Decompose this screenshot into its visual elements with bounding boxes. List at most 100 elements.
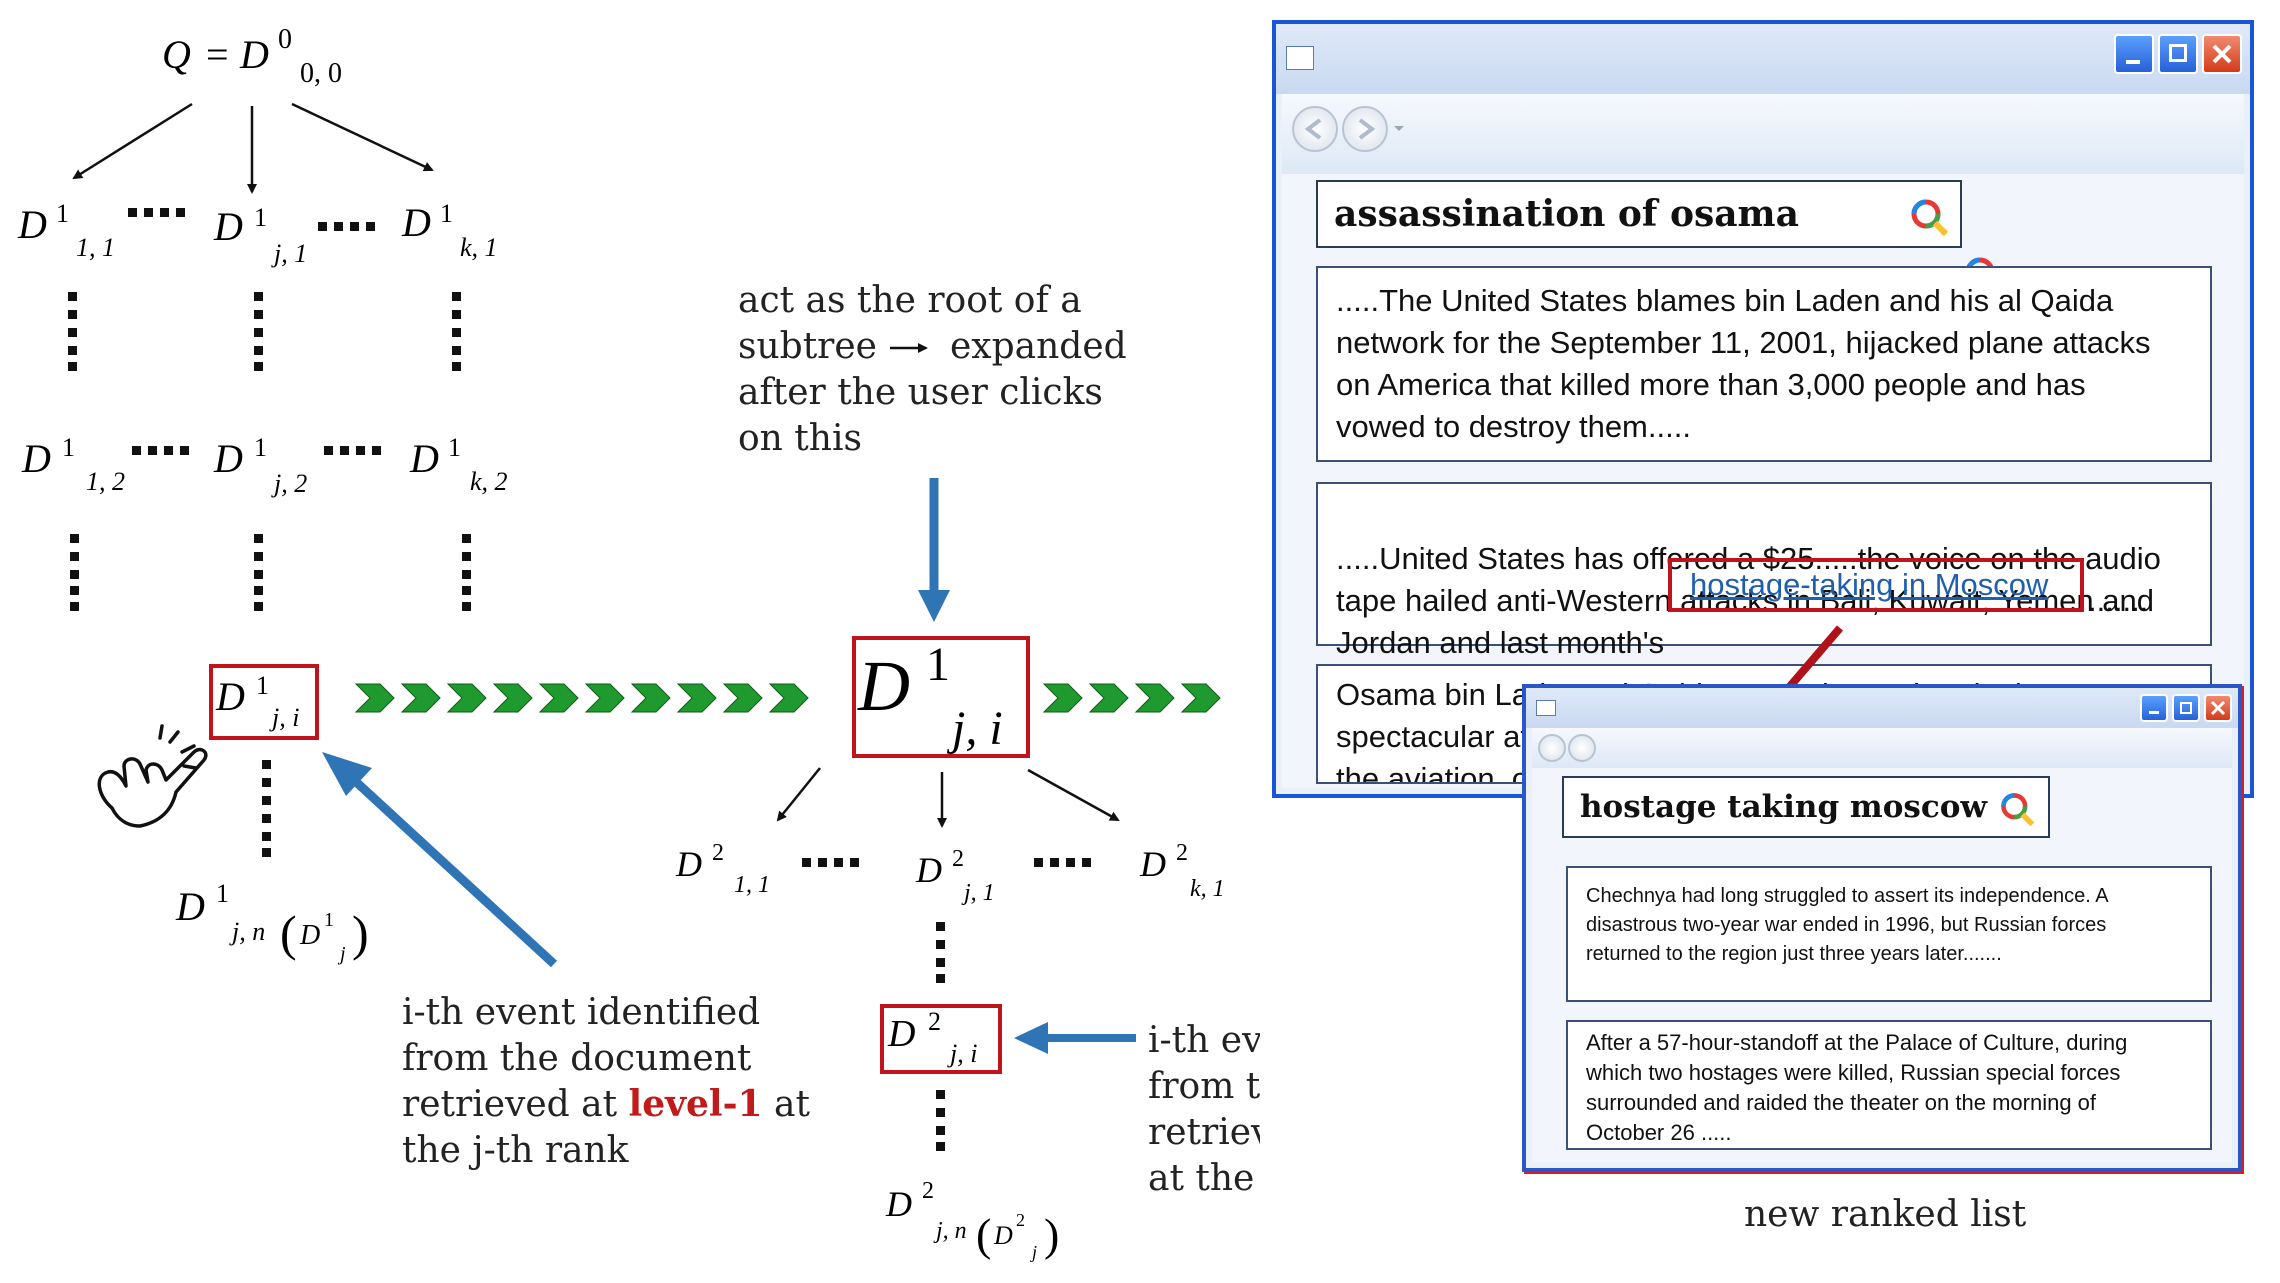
subtree-root-node[interactable]: D 1 j, i <box>852 636 1030 758</box>
svg-text:D: D <box>993 1221 1013 1250</box>
back-arrow-icon <box>1304 118 1322 140</box>
window-icon <box>1286 46 1314 70</box>
node-d1-k-1: D 1 k, 1 <box>401 199 498 262</box>
node-d1-j-2: D 1 j, 2 <box>213 433 307 498</box>
svg-text:j, i: j, i <box>947 1039 977 1068</box>
svg-text:2: 2 <box>928 1007 941 1036</box>
popup-back-button[interactable] <box>1538 734 1566 762</box>
svg-text:1: 1 <box>448 433 461 462</box>
forward-button[interactable] <box>1342 106 1388 152</box>
close-button[interactable] <box>2202 34 2242 74</box>
hostage-link[interactable]: hostage-taking in Moscow <box>1690 567 2048 602</box>
level1-row2: D 1 1, 2 D 1 j, 2 D 1 k, 2 <box>21 433 508 498</box>
popup-result-1: Chechnya had long struggled to assert it… <box>1566 866 2212 1002</box>
svg-text:k, 2: k, 2 <box>470 467 508 496</box>
forward-arrow-icon <box>1358 118 1376 140</box>
svg-text:D: D <box>21 436 51 481</box>
popup-window-icon <box>1536 700 1556 716</box>
annotation-level1-note: i-th event identified from the document … <box>402 992 811 1171</box>
svg-text:(: ( <box>280 905 297 961</box>
node-d1-1-1: D 1 1, 1 <box>17 199 115 262</box>
svg-text:2: 2 <box>1176 840 1188 866</box>
svg-text:): ) <box>352 905 369 961</box>
svg-text:j, 2: j, 2 <box>271 469 307 498</box>
hdots-subtree <box>802 858 1091 867</box>
hand-pointer-icon <box>97 724 208 828</box>
chevron-arrows-main <box>354 683 809 713</box>
search-query-main: assassination of osama <box>1334 193 1799 235</box>
minimize-button[interactable] <box>2114 34 2154 74</box>
svg-text:1, 1: 1, 1 <box>734 872 770 898</box>
svg-text:1, 1: 1, 1 <box>76 233 115 262</box>
svg-text:D: D <box>675 844 702 884</box>
vdots-subtree-2 <box>936 1090 945 1151</box>
pointer-arrow-level2 <box>1014 1022 1136 1054</box>
node-d2-j-1: D 2 j, 1 <box>915 846 995 906</box>
root-d: D <box>239 32 269 77</box>
node-d1-1-2: D 1 1, 2 <box>21 433 125 496</box>
svg-text:1: 1 <box>256 671 269 700</box>
popup-forward-button[interactable] <box>1568 734 1596 762</box>
selected-node-level1[interactable]: D 1 j, i <box>209 664 319 740</box>
svg-text:after the user clicks: after the user clicks <box>738 372 1103 413</box>
svg-text:2: 2 <box>1016 1210 1025 1230</box>
svg-text:1: 1 <box>926 638 950 691</box>
svg-text:1: 1 <box>56 199 69 228</box>
close-icon <box>2212 44 2232 64</box>
popup-close-button[interactable] <box>2204 694 2232 722</box>
event-tree-diagram: Q = D 0 0, 0 D 1 1, 1 D 1 j, 1 D 1 k, 1 <box>17 24 1260 1262</box>
svg-text:2: 2 <box>922 1178 934 1204</box>
hostage-link-highlight[interactable]: hostage-taking in Moscow <box>1668 558 2084 612</box>
svg-text:D: D <box>299 920 320 951</box>
vdots-block1 <box>68 292 461 371</box>
svg-text:D: D <box>213 436 243 481</box>
history-dropdown-icon[interactable] <box>1392 124 1406 134</box>
svg-text:D: D <box>17 202 47 247</box>
root-q: Q <box>162 32 191 77</box>
back-button[interactable] <box>1292 106 1338 152</box>
maximize-button[interactable] <box>2158 34 2198 74</box>
popup-maximize-button[interactable] <box>2172 694 2200 722</box>
annotation-level2-note: i-th event identified from the document … <box>1148 1020 1260 1199</box>
search-box-popup[interactable]: hostage taking moscow <box>1562 776 2050 838</box>
svg-text:): ) <box>1044 1209 1059 1260</box>
search-icon[interactable] <box>1908 196 1950 238</box>
svg-text:j, i: j, i <box>946 702 1003 755</box>
search-box-main[interactable]: assassination of osama <box>1316 180 1962 248</box>
svg-text:1: 1 <box>254 203 267 232</box>
root-eq: = <box>206 32 229 77</box>
svg-text:i-th event identified: i-th event identified <box>1148 1020 1260 1061</box>
svg-text:k, 1: k, 1 <box>1190 876 1225 902</box>
svg-text:k, 1: k, 1 <box>460 233 498 262</box>
svg-text:j: j <box>337 943 346 965</box>
caption-new-ranked-list: new ranked list <box>1744 1194 2027 1235</box>
vdots-block3 <box>262 760 271 857</box>
hdots-row1 <box>128 208 375 231</box>
window-controls <box>2114 34 2242 74</box>
svg-text:on this: on this <box>738 418 862 459</box>
svg-text:at the j-th rank: at the j-th rank <box>1148 1158 1260 1199</box>
svg-text:from the document: from the document <box>1148 1066 1260 1107</box>
root-edges <box>72 102 434 194</box>
svg-text:j, n: j, n <box>229 917 265 946</box>
svg-text:(: ( <box>976 1209 991 1260</box>
svg-text:from the document: from the document <box>402 1038 752 1079</box>
svg-text:D: D <box>401 200 431 245</box>
root-node: Q = D 0 0, 0 <box>162 24 342 89</box>
popup-minimize-button[interactable] <box>2140 694 2168 722</box>
selected-node-level2[interactable]: D 2 j, i <box>880 1004 1002 1074</box>
search-query-popup: hostage taking moscow <box>1580 789 1988 825</box>
svg-text:j, n: j, n <box>933 1218 967 1244</box>
svg-text:D: D <box>885 1184 912 1224</box>
vdots-block2 <box>70 534 471 611</box>
node-d1-j-1: D 1 j, 1 <box>213 203 307 268</box>
svg-text:D: D <box>1139 844 1166 884</box>
svg-text:D: D <box>409 436 439 481</box>
search-icon[interactable] <box>1998 790 2036 828</box>
node-d1-k-2: D 1 k, 2 <box>409 433 508 496</box>
popup-window-controls <box>2140 694 2232 722</box>
svg-text:retrieved at level-1 at: retrieved at level-1 at <box>402 1083 811 1125</box>
svg-text:j, i: j, i <box>269 703 299 732</box>
vdots-subtree-1 <box>936 922 945 983</box>
result-snippet-2-suffix: ....... <box>2088 583 2149 618</box>
